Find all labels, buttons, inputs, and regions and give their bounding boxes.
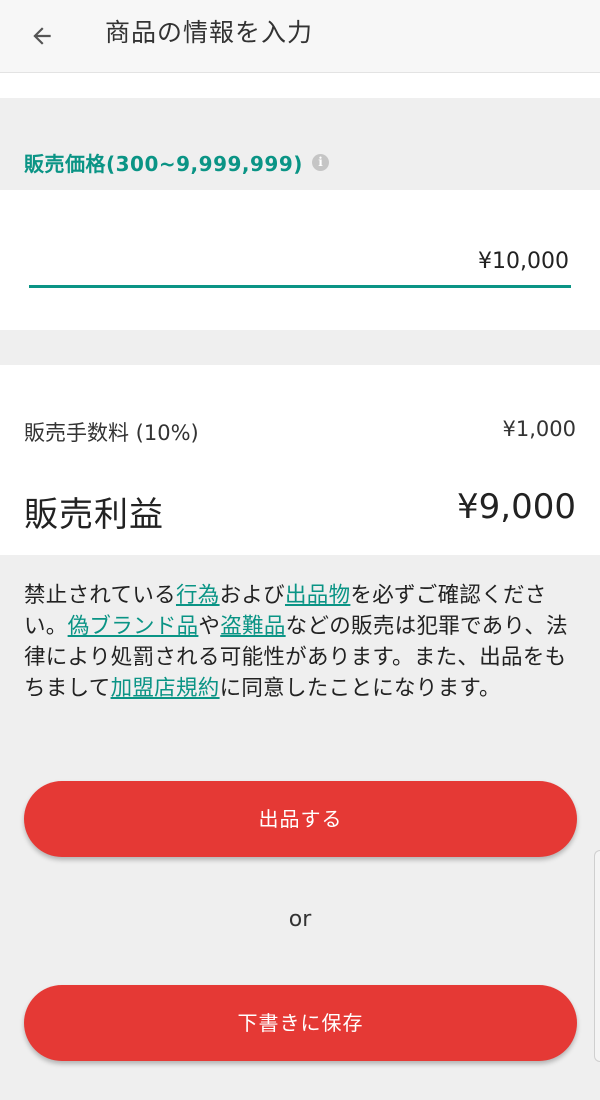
info-icon[interactable]: i xyxy=(312,154,329,171)
profit-value: ¥9,000 xyxy=(457,487,576,527)
arrow-left-icon xyxy=(33,27,51,45)
scroll-indicator[interactable] xyxy=(594,850,600,1062)
price-label-section: 販売価格(300~9,999,999) i xyxy=(0,98,600,190)
profit-label: 販売利益 xyxy=(24,495,164,535)
price-input[interactable] xyxy=(29,238,571,288)
stolen-goods-link[interactable]: 盗難品 xyxy=(220,614,285,639)
top-spacer xyxy=(0,73,600,98)
page-title: 商品の情報を入力 xyxy=(105,18,314,47)
save-draft-button[interactable]: 下書きに保存 xyxy=(24,985,577,1061)
prohibited-acts-link[interactable]: 行為 xyxy=(176,583,220,608)
price-input-section xyxy=(0,190,600,330)
merchant-terms-link[interactable]: 加盟店規約 xyxy=(111,676,220,701)
section-divider xyxy=(0,330,600,365)
fee-label: 販売手数料 (10%) xyxy=(24,421,199,445)
or-separator: or xyxy=(288,907,312,932)
back-button[interactable] xyxy=(22,16,62,56)
profit-summary: 販売手数料 (10%) ¥1,000 販売利益 ¥9,000 xyxy=(0,365,600,555)
list-item-button[interactable]: 出品する xyxy=(24,781,577,857)
app-bar: 商品の情報を入力 xyxy=(0,0,600,73)
fee-value: ¥1,000 xyxy=(502,417,576,441)
counterfeit-link[interactable]: 偽ブランド品 xyxy=(68,614,199,639)
price-label: 販売価格(300~9,999,999) xyxy=(24,152,303,176)
prohibited-items-link[interactable]: 出品物 xyxy=(285,583,350,608)
notice-text: 禁止されている xyxy=(24,583,176,608)
notice-text: および xyxy=(219,583,285,608)
prohibition-notice: 禁止されている行為および出品物を必ずご確認ください。偽ブランド品や盗難品などの販… xyxy=(24,580,579,704)
notice-text: や xyxy=(198,614,221,639)
notice-text: に同意したことになります。 xyxy=(219,676,501,701)
